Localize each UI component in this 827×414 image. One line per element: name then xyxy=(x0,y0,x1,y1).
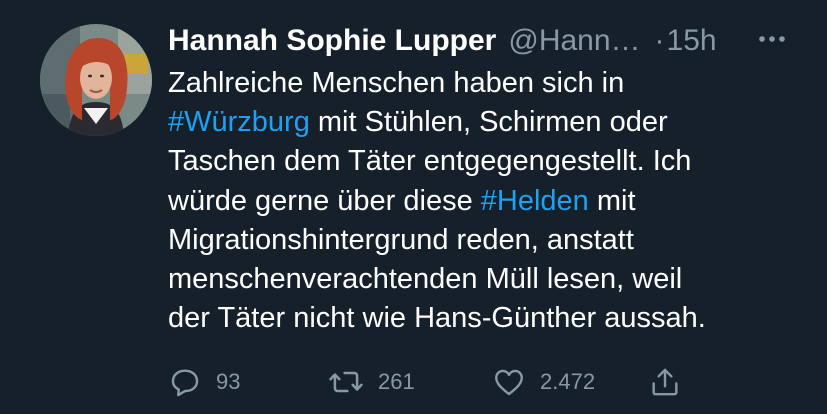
tweet-header: Hannah Sophie Lupper @Hann… · 15h xyxy=(168,18,788,64)
text-segment: der Täter nicht wie Hans-Günther aussah. xyxy=(168,302,706,335)
hashtag-wuerzburg[interactable]: #Würzburg xyxy=(168,106,310,138)
reply-count: 93 xyxy=(216,369,241,394)
like-count: 2.472 xyxy=(540,369,596,394)
text-segment: Migrationshintergrund reden, anstatt xyxy=(168,223,634,256)
author-name[interactable]: Hannah Sophie Lupper xyxy=(168,24,496,58)
tweet-text-line: Zahlreiche Menschen haben sich in xyxy=(168,64,798,103)
retweet-icon xyxy=(329,371,363,393)
retweet-count: 261 xyxy=(378,369,415,394)
like-button[interactable]: 2.472 xyxy=(492,362,595,402)
reply-icon xyxy=(171,369,199,397)
tweet-text: Zahlreiche Menschen haben sich in #Würzb… xyxy=(168,64,798,338)
tweet-actions: 93 261 2.472 xyxy=(168,362,728,402)
retweet-button[interactable]: 261 xyxy=(328,362,415,402)
tweet-text-line: der Täter nicht wie Hans-Günther aussah. xyxy=(168,299,798,338)
heart-icon xyxy=(495,369,523,396)
timestamp[interactable]: 15h xyxy=(667,24,717,58)
avatar-photo xyxy=(40,24,152,136)
text-segment: Taschen dem Täter entgegengestellt. Ich xyxy=(168,145,692,178)
share-icon xyxy=(652,368,678,396)
reply-button[interactable]: 93 xyxy=(168,362,240,402)
text-segment: würde gerne über diese xyxy=(168,184,481,217)
more-icon xyxy=(759,36,785,42)
more-button[interactable] xyxy=(752,24,792,54)
tweet-text-line: Taschen dem Täter entgegengestellt. Ich xyxy=(168,142,798,181)
hashtag-helden[interactable]: #Helden xyxy=(481,185,589,217)
tweet[interactable]: Hannah Sophie Lupper @Hann… · 15h Zahlre… xyxy=(0,0,827,414)
text-segment: Zahlreiche Menschen haben sich in xyxy=(168,67,625,99)
text-segment: menschenverachtenden Müll lesen, weil xyxy=(168,263,683,296)
tweet-text-line: #Würzburg mit Stühlen, Schirmen oder xyxy=(168,103,798,142)
text-segment: mit Stühlen, Schirmen oder xyxy=(309,106,668,139)
share-button[interactable] xyxy=(648,362,682,402)
avatar[interactable] xyxy=(40,24,152,136)
tweet-text-line: Migrationshintergrund reden, anstatt xyxy=(168,221,798,260)
tweet-text-line: würde gerne über diese #Helden mit xyxy=(168,182,798,221)
author-handle[interactable]: @Hann… xyxy=(508,24,640,58)
tweet-text-line: menschenverachtenden Müll lesen, weil xyxy=(168,260,798,299)
text-segment: mit xyxy=(588,184,636,217)
separator-dot: · xyxy=(654,24,665,57)
